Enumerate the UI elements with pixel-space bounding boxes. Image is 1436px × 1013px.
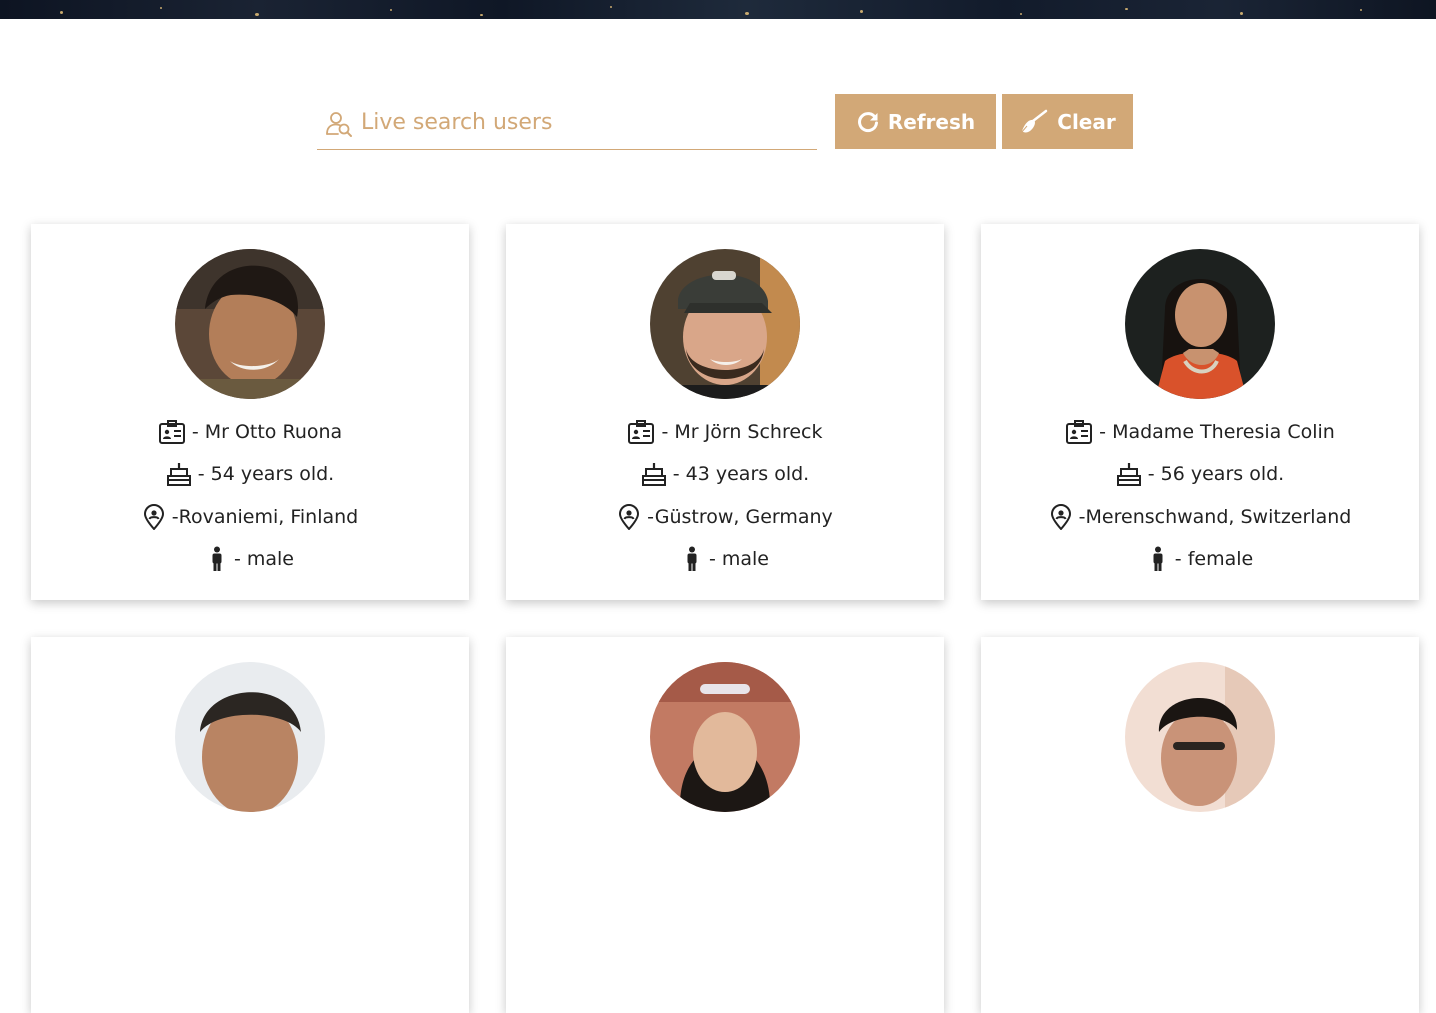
- user-avatar: [175, 249, 325, 399]
- user-gender: - male: [233, 548, 294, 570]
- id-card-icon: [158, 420, 185, 444]
- clear-label: Clear: [1057, 109, 1116, 134]
- user-name: - Madame Theresia Colin: [1099, 421, 1335, 443]
- user-name: - Mr Jörn Schreck: [661, 421, 823, 443]
- user-gender-row: - female: [981, 544, 1419, 574]
- user-gender-row: - male: [506, 544, 944, 574]
- user-card: [506, 637, 944, 1013]
- user-card: [31, 637, 469, 1013]
- user-age: - 54 years old.: [197, 463, 335, 485]
- header-banner-image: [0, 0, 1436, 19]
- search-bar: [317, 100, 817, 150]
- user-age-row: - 56 years old.: [981, 459, 1419, 489]
- user-age: - 56 years old.: [1147, 463, 1285, 485]
- refresh-label: Refresh: [887, 109, 976, 134]
- user-age-row: - 43 years old.: [506, 459, 944, 489]
- user-card: - Madame Theresia Colin - 56 years old. …: [981, 224, 1419, 600]
- search-input[interactable]: [361, 106, 801, 138]
- person-icon: [1153, 546, 1163, 571]
- user-card: [981, 637, 1419, 1013]
- id-card-icon: [1066, 420, 1093, 444]
- clear-button[interactable]: Clear: [1002, 94, 1133, 149]
- user-card: - Mr Otto Ruona - 54 years old. -Rovanie…: [31, 224, 469, 600]
- user-location: -Güstrow, Germany: [647, 506, 833, 528]
- user-name-row: - Mr Otto Ruona: [31, 417, 469, 447]
- user-location-row: -Güstrow, Germany: [506, 502, 944, 532]
- refresh-button[interactable]: Refresh: [835, 94, 996, 149]
- user-location-row: -Merenschwand, Switzerland: [981, 502, 1419, 532]
- user-location: -Merenschwand, Switzerland: [1078, 506, 1352, 528]
- user-name-row: - Madame Theresia Colin: [981, 417, 1419, 447]
- user-age: - 43 years old.: [672, 463, 810, 485]
- user-location: -Rovaniemi, Finland: [171, 506, 359, 528]
- user-age-row: - 54 years old.: [31, 459, 469, 489]
- person-icon: [687, 546, 697, 571]
- id-card-icon: [628, 420, 655, 444]
- user-location-row: -Rovaniemi, Finland: [31, 502, 469, 532]
- map-pin-icon: [143, 504, 164, 530]
- user-avatar: [1125, 249, 1275, 399]
- user-gender-row: - male: [31, 544, 469, 574]
- map-pin-icon: [1050, 504, 1071, 530]
- user-avatar: [175, 662, 325, 812]
- user-gender: - female: [1174, 548, 1254, 570]
- user-avatar: [1125, 662, 1275, 812]
- cake-icon: [1116, 463, 1141, 486]
- person-icon: [212, 546, 222, 571]
- broom-icon: [1020, 109, 1048, 133]
- user-gender: - male: [708, 548, 769, 570]
- cake-icon: [166, 463, 191, 486]
- user-name: - Mr Otto Ruona: [191, 421, 343, 443]
- user-avatar: [650, 249, 800, 399]
- user-name-row: - Mr Jörn Schreck: [506, 417, 944, 447]
- refresh-icon: [857, 111, 878, 132]
- user-card: - Mr Jörn Schreck - 43 years old. -Güstr…: [506, 224, 944, 600]
- map-pin-icon: [619, 504, 640, 530]
- user-search-icon: [326, 112, 352, 137]
- user-avatar: [650, 662, 800, 812]
- cake-icon: [641, 463, 666, 486]
